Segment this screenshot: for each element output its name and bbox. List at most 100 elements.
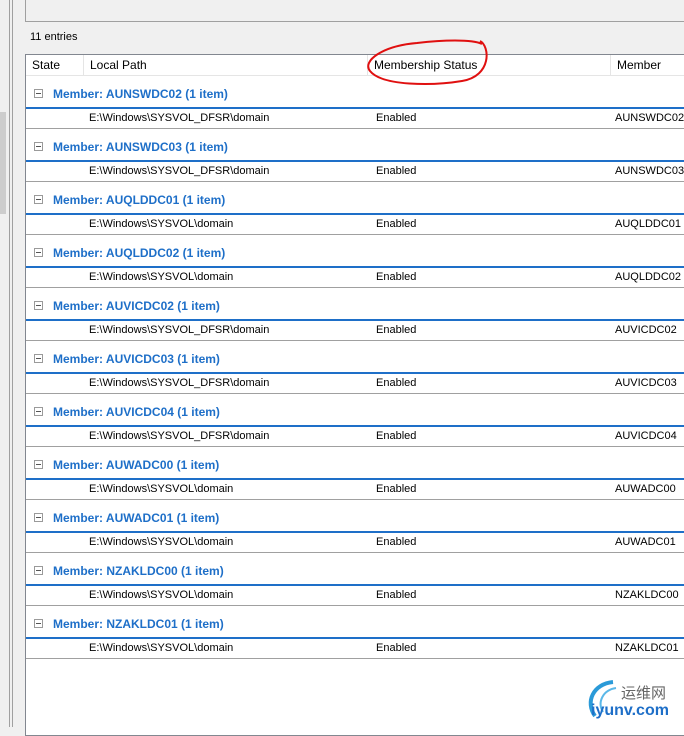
- collapse-icon[interactable]: [34, 89, 43, 98]
- status-cell: Enabled: [376, 165, 417, 177]
- column-state[interactable]: State: [26, 55, 83, 75]
- top-panel: [25, 0, 684, 22]
- table-row[interactable]: E:\Windows\SYSVOL_DFSR\domain Enabled AU…: [26, 162, 684, 182]
- local-path-cell: E:\Windows\SYSVOL_DFSR\domain: [89, 377, 270, 389]
- divider: [12, 0, 13, 727]
- member-cell: NZAKLDC00: [615, 589, 679, 601]
- group-header[interactable]: Member: AUVICDC03 (1 item): [26, 341, 684, 372]
- status-cell: Enabled: [376, 430, 417, 442]
- group-header[interactable]: Member: AUNSWDC03 (1 item): [26, 129, 684, 160]
- collapse-icon[interactable]: [34, 248, 43, 257]
- group-title: Member: AUVICDC02 (1 item): [53, 299, 220, 313]
- member-cell: NZAKLDC01: [615, 642, 679, 654]
- collapse-icon[interactable]: [34, 407, 43, 416]
- member-cell: AUNSWDC02: [615, 112, 684, 124]
- group-header[interactable]: Member: AUQLDDC01 (1 item): [26, 182, 684, 213]
- group-title: Member: AUQLDDC02 (1 item): [53, 246, 226, 260]
- table-row[interactable]: E:\Windows\SYSVOL\domain Enabled AUQLDDC…: [26, 268, 684, 288]
- local-path-cell: E:\Windows\SYSVOL_DFSR\domain: [89, 324, 270, 336]
- group-title: Member: AUVICDC04 (1 item): [53, 405, 220, 419]
- status-cell: Enabled: [376, 112, 417, 124]
- status-cell: Enabled: [376, 377, 417, 389]
- collapse-icon[interactable]: [34, 195, 43, 204]
- local-path-cell: E:\Windows\SYSVOL\domain: [89, 271, 234, 283]
- local-path-cell: E:\Windows\SYSVOL\domain: [89, 483, 234, 495]
- local-path-cell: E:\Windows\SYSVOL\domain: [89, 589, 234, 601]
- group: Member: AUNSWDC02 (1 item) E:\Windows\SY…: [26, 76, 684, 129]
- group-title: Member: AUNSWDC03 (1 item): [53, 140, 228, 154]
- member-cell: AUVICDC04: [615, 430, 677, 442]
- collapse-icon[interactable]: [34, 566, 43, 575]
- status-cell: Enabled: [376, 536, 417, 548]
- local-path-cell: E:\Windows\SYSVOL\domain: [89, 218, 234, 230]
- entries-count: 11 entries: [30, 31, 78, 43]
- table-row[interactable]: E:\Windows\SYSVOL\domain Enabled AUWADC0…: [26, 480, 684, 500]
- collapse-icon[interactable]: [34, 142, 43, 151]
- collapse-icon[interactable]: [34, 354, 43, 363]
- status-cell: Enabled: [376, 218, 417, 230]
- membership-table: State Local Path Membership Status Membe…: [25, 54, 684, 736]
- group-title: Member: AUQLDDC01 (1 item): [53, 193, 226, 207]
- group-header[interactable]: Member: NZAKLDC00 (1 item): [26, 553, 684, 584]
- status-cell: Enabled: [376, 483, 417, 495]
- local-path-cell: E:\Windows\SYSVOL_DFSR\domain: [89, 112, 270, 124]
- status-cell: Enabled: [376, 271, 417, 283]
- group-title: Member: NZAKLDC01 (1 item): [53, 617, 224, 631]
- member-cell: AUWADC01: [615, 536, 676, 548]
- member-cell: AUNSWDC03: [615, 165, 684, 177]
- group: Member: AUVICDC03 (1 item) E:\Windows\SY…: [26, 341, 684, 394]
- status-cell: Enabled: [376, 324, 417, 336]
- group-header[interactable]: Member: NZAKLDC01 (1 item): [26, 606, 684, 637]
- collapse-icon[interactable]: [34, 619, 43, 628]
- group-header[interactable]: Member: AUWADC01 (1 item): [26, 500, 684, 531]
- group: Member: AUNSWDC03 (1 item) E:\Windows\SY…: [26, 129, 684, 182]
- left-pane-edge: [0, 0, 10, 727]
- member-cell: AUQLDDC02: [615, 271, 682, 283]
- status-cell: Enabled: [376, 642, 417, 654]
- group: Member: AUVICDC04 (1 item) E:\Windows\SY…: [26, 394, 684, 447]
- member-cell: AUQLDDC01: [615, 218, 682, 230]
- group-header[interactable]: Member: AUNSWDC02 (1 item): [26, 76, 684, 107]
- table-row[interactable]: E:\Windows\SYSVOL\domain Enabled NZAKLDC…: [26, 586, 684, 606]
- local-path-cell: E:\Windows\SYSVOL\domain: [89, 536, 234, 548]
- member-cell: AUVICDC02: [615, 324, 677, 336]
- group: Member: NZAKLDC01 (1 item) E:\Windows\SY…: [26, 606, 684, 659]
- local-path-cell: E:\Windows\SYSVOL\domain: [89, 642, 234, 654]
- table-row[interactable]: E:\Windows\SYSVOL\domain Enabled AUWADC0…: [26, 533, 684, 553]
- group: Member: NZAKLDC00 (1 item) E:\Windows\SY…: [26, 553, 684, 606]
- watermark-logo: 运维网 iyunv.com: [583, 678, 683, 724]
- group: Member: AUWADC00 (1 item) E:\Windows\SYS…: [26, 447, 684, 500]
- column-member[interactable]: Member: [610, 55, 684, 75]
- member-cell: AUWADC00: [615, 483, 676, 495]
- group-title: Member: AUNSWDC02 (1 item): [53, 87, 228, 101]
- group-title: Member: AUWADC01 (1 item): [53, 511, 220, 525]
- group: Member: AUQLDDC01 (1 item) E:\Windows\SY…: [26, 182, 684, 235]
- table-row[interactable]: E:\Windows\SYSVOL_DFSR\domain Enabled AU…: [26, 374, 684, 394]
- group-header[interactable]: Member: AUVICDC02 (1 item): [26, 288, 684, 319]
- group-title: Member: AUVICDC03 (1 item): [53, 352, 220, 366]
- collapse-icon[interactable]: [34, 301, 43, 310]
- group: Member: AUQLDDC02 (1 item) E:\Windows\SY…: [26, 235, 684, 288]
- group: Member: AUVICDC02 (1 item) E:\Windows\SY…: [26, 288, 684, 341]
- member-cell: AUVICDC03: [615, 377, 677, 389]
- table-row[interactable]: E:\Windows\SYSVOL\domain Enabled AUQLDDC…: [26, 215, 684, 235]
- table-row[interactable]: E:\Windows\SYSVOL_DFSR\domain Enabled AU…: [26, 321, 684, 341]
- local-path-cell: E:\Windows\SYSVOL_DFSR\domain: [89, 165, 270, 177]
- status-cell: Enabled: [376, 589, 417, 601]
- table-row[interactable]: E:\Windows\SYSVOL_DFSR\domain Enabled AU…: [26, 427, 684, 447]
- table-row[interactable]: E:\Windows\SYSVOL_DFSR\domain Enabled AU…: [26, 109, 684, 129]
- collapse-icon[interactable]: [34, 460, 43, 469]
- scrollbar-thumb[interactable]: [0, 112, 6, 214]
- column-local-path[interactable]: Local Path: [83, 55, 367, 75]
- group-title: Member: AUWADC00 (1 item): [53, 458, 220, 472]
- red-annotation-circle: [367, 39, 488, 85]
- group-header[interactable]: Member: AUQLDDC02 (1 item): [26, 235, 684, 266]
- group: Member: AUWADC01 (1 item) E:\Windows\SYS…: [26, 500, 684, 553]
- group-title: Member: NZAKLDC00 (1 item): [53, 564, 224, 578]
- local-path-cell: E:\Windows\SYSVOL_DFSR\domain: [89, 430, 270, 442]
- collapse-icon[interactable]: [34, 513, 43, 522]
- group-header[interactable]: Member: AUWADC00 (1 item): [26, 447, 684, 478]
- table-header: State Local Path Membership Status Membe…: [26, 55, 684, 76]
- group-header[interactable]: Member: AUVICDC04 (1 item): [26, 394, 684, 425]
- table-row[interactable]: E:\Windows\SYSVOL\domain Enabled NZAKLDC…: [26, 639, 684, 659]
